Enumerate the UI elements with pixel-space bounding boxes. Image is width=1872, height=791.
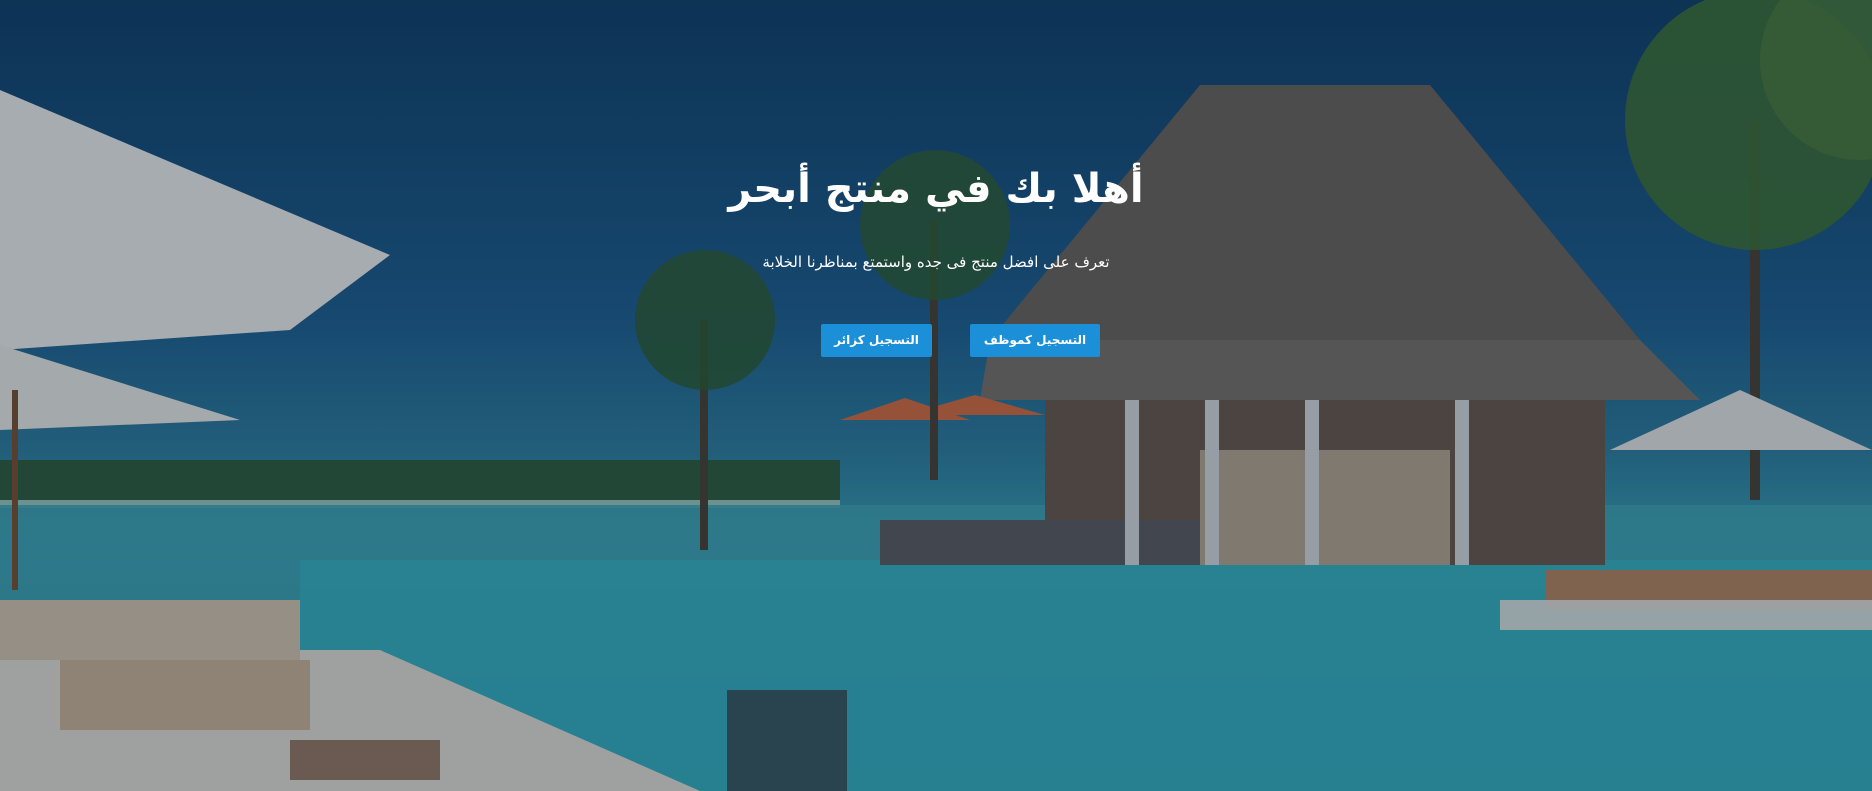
hero-title: أهلا بك في منتج أبحر: [728, 166, 1144, 212]
register-visitor-button[interactable]: التسجيل كزائر: [821, 324, 932, 357]
hero-section: أهلا بك في منتج أبحر تعرف على افضل منتج …: [0, 0, 1872, 791]
hero-subtitle: تعرف على افضل منتج فى جده واستمتع بمناظر…: [762, 253, 1110, 271]
hero-content: أهلا بك في منتج أبحر تعرف على افضل منتج …: [0, 0, 1872, 791]
register-employee-button[interactable]: التسجيل كموظف: [970, 324, 1100, 357]
